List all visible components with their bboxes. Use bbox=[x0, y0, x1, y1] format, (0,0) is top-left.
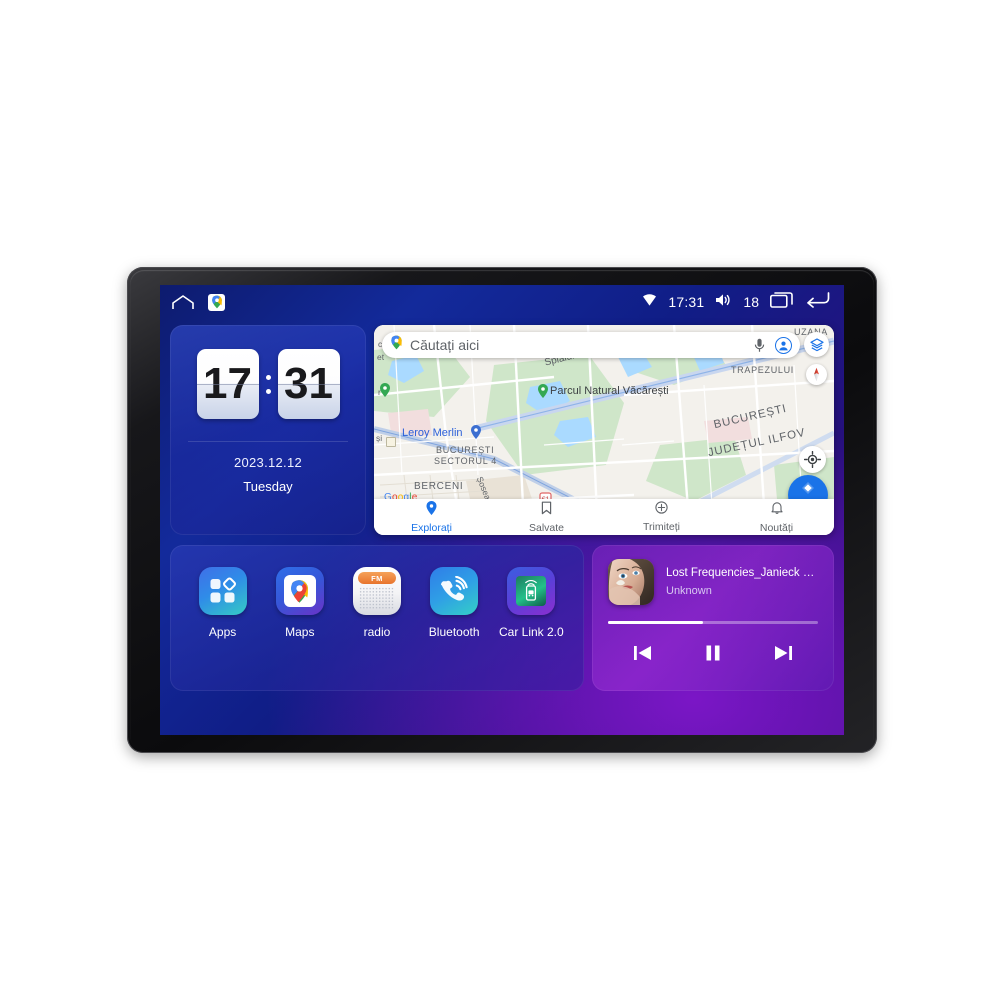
app-label: Maps bbox=[285, 625, 315, 639]
apps-dock: Apps Maps FM radio Bluetooth Car Link 2.… bbox=[170, 545, 584, 691]
compass-icon[interactable] bbox=[806, 364, 827, 385]
google-maps-icon bbox=[275, 567, 324, 615]
status-time: 17:31 bbox=[668, 294, 705, 310]
music-progress-bar[interactable] bbox=[608, 621, 818, 624]
music-meta: Lost Frequencies_Janieck Devy-... Unknow… bbox=[666, 567, 818, 597]
music-player-widget[interactable]: Lost Frequencies_Janieck Devy-... Unknow… bbox=[592, 545, 834, 691]
music-artist: Unknown bbox=[666, 585, 712, 597]
clock-date: 2023.12.12 bbox=[233, 455, 303, 470]
clock-hours: 17 bbox=[196, 349, 259, 419]
map-search-bar[interactable]: Căutați aici bbox=[382, 332, 800, 358]
app-apps[interactable]: Apps bbox=[188, 567, 258, 639]
map-poi-icon bbox=[386, 437, 396, 447]
status-bar-left bbox=[172, 293, 225, 311]
account-avatar-icon[interactable] bbox=[775, 336, 792, 354]
music-title: Lost Frequencies_Janieck Devy-... bbox=[666, 567, 818, 579]
screenshot-root: 17:31 18 17 31 2023.12.12 Tuesday et r ș… bbox=[0, 0, 1000, 1000]
clock-widget[interactable]: 17 31 2023.12.12 Tuesday bbox=[170, 325, 366, 535]
previous-track-icon[interactable] bbox=[630, 640, 656, 666]
map-bottom-tabs: Explorați Salvate Trimiteți Noutăți bbox=[374, 499, 834, 535]
radio-grille bbox=[358, 587, 395, 609]
volume-icon bbox=[715, 293, 732, 312]
my-location-icon[interactable] bbox=[799, 446, 826, 473]
clock-minutes: 31 bbox=[277, 349, 340, 419]
map-tab-noutati[interactable]: Noutăți bbox=[719, 501, 834, 534]
google-maps-widget[interactable]: €1 cul et r și UZANA TRAPEZULUI Unirii S… bbox=[374, 325, 834, 535]
fm-badge: FM bbox=[357, 572, 396, 584]
next-track-icon[interactable] bbox=[770, 640, 796, 666]
music-controls bbox=[608, 640, 818, 666]
pin-icon bbox=[538, 384, 548, 398]
map-tab-label: Salvate bbox=[528, 521, 565, 534]
home-icon[interactable] bbox=[172, 294, 194, 310]
pin-icon bbox=[426, 500, 437, 520]
microphone-icon[interactable] bbox=[750, 336, 768, 354]
volume-level: 18 bbox=[743, 294, 759, 310]
apps-grid-icon bbox=[198, 567, 247, 615]
bell-icon bbox=[770, 501, 783, 520]
clock-colon bbox=[263, 374, 274, 394]
status-bar: 17:31 18 bbox=[160, 285, 844, 319]
app-radio[interactable]: FM radio bbox=[342, 567, 412, 639]
bookmark-icon bbox=[541, 501, 552, 520]
car-head-unit-device: 17:31 18 17 31 2023.12.12 Tuesday et r ș… bbox=[127, 267, 877, 753]
recents-icon[interactable] bbox=[770, 291, 794, 313]
layers-icon[interactable] bbox=[804, 332, 829, 357]
app-car-link[interactable]: Car Link 2.0 bbox=[496, 567, 566, 639]
map-tab-label: Explorați bbox=[411, 521, 452, 534]
app-bluetooth[interactable]: Bluetooth bbox=[419, 567, 489, 639]
map-tab-label: Trimiteți bbox=[643, 521, 680, 533]
status-bar-right: 17:31 18 bbox=[642, 291, 830, 313]
music-progress-fill bbox=[608, 621, 703, 624]
map-search-input[interactable]: Căutați aici bbox=[410, 337, 743, 353]
app-label: radio bbox=[363, 625, 391, 639]
send-icon bbox=[655, 501, 668, 519]
app-label: Car Link 2.0 bbox=[498, 625, 564, 639]
device-screen: 17:31 18 17 31 2023.12.12 Tuesday et r ș… bbox=[160, 285, 844, 735]
map-tab-label: Noutăți bbox=[759, 521, 794, 534]
pause-icon[interactable] bbox=[700, 640, 726, 666]
navigation-arrow-icon bbox=[800, 480, 816, 501]
car-link-icon bbox=[507, 567, 556, 615]
car-link-icon-inner bbox=[516, 576, 547, 606]
fm-radio-icon: FM bbox=[352, 567, 401, 615]
music-track-info: Lost Frequencies_Janieck Devy-... Unknow… bbox=[608, 559, 818, 605]
google-maps-icon[interactable] bbox=[208, 293, 225, 311]
pin-icon bbox=[471, 425, 481, 439]
flip-clock: 17 31 bbox=[170, 349, 366, 419]
map-tab-explorati[interactable]: Explorați bbox=[374, 500, 489, 534]
bluetooth-phone-icon bbox=[430, 567, 479, 615]
app-label: Bluetooth bbox=[428, 625, 480, 639]
wifi-icon bbox=[642, 293, 657, 312]
album-art bbox=[608, 559, 654, 605]
clock-weekday: Tuesday bbox=[243, 479, 293, 494]
clock-divider bbox=[188, 441, 348, 442]
map-tab-salvate[interactable]: Salvate bbox=[489, 501, 604, 534]
app-label: Apps bbox=[208, 625, 237, 639]
map-pin-icon bbox=[390, 335, 403, 355]
back-icon[interactable] bbox=[805, 291, 830, 313]
pin-icon bbox=[380, 383, 390, 397]
app-maps[interactable]: Maps bbox=[265, 567, 335, 639]
map-tab-trimiteti[interactable]: Trimiteți bbox=[604, 501, 719, 533]
maps-icon-inner bbox=[283, 575, 316, 607]
